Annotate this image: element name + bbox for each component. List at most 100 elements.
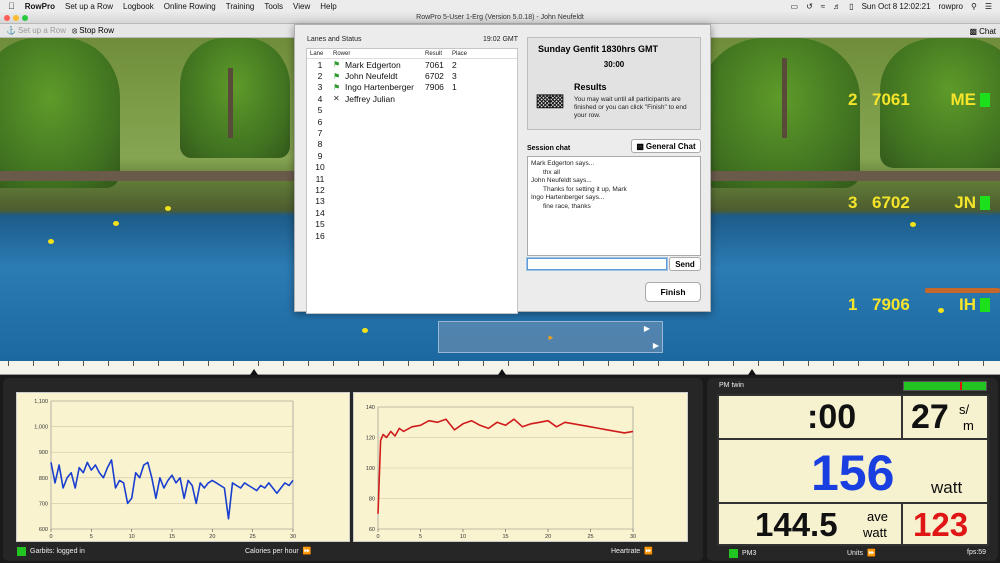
ruler-tick — [358, 361, 359, 366]
lane-row[interactable]: 14 — [307, 207, 517, 218]
ruler-tick — [808, 361, 809, 366]
pm-monitor-label: PM3 — [742, 550, 757, 557]
left-graph-selector[interactable]: Calories per hour ⏩ — [245, 547, 312, 556]
lane-row[interactable]: 8 — [307, 139, 517, 150]
x-tick-label: 10 — [129, 534, 135, 540]
wifi-icon[interactable]: ≈ — [821, 2, 825, 11]
airplay-icon[interactable]: ▭ — [791, 2, 799, 11]
ruler-tick — [833, 361, 834, 366]
chat-message-input[interactable] — [527, 258, 667, 270]
x-tick-label: 10 — [460, 534, 466, 540]
minimize-window-icon[interactable] — [13, 15, 19, 21]
list-icon[interactable]: ☰ — [985, 2, 992, 11]
chat-message: thx all — [543, 168, 560, 176]
header-result: Result — [425, 50, 443, 57]
right-graph-selector[interactable]: Heartrate ⏩ — [611, 547, 653, 556]
send-button[interactable]: Send — [669, 257, 701, 271]
tree-trunk — [782, 58, 787, 138]
ruler-tick — [783, 361, 784, 366]
lane-row[interactable]: 11 — [307, 173, 517, 184]
fast-forward-icon[interactable]: ⏩ — [644, 547, 653, 555]
menu-set-up-a-row[interactable]: Set up a Row — [65, 2, 113, 11]
lane-number: 1 — [317, 59, 323, 70]
ruler-tick — [758, 361, 759, 366]
lane-row[interactable]: 3 ⚑ Ingo Hartenberger 7906 1 — [307, 82, 517, 93]
search-icon[interactable]: ⚲ — [971, 2, 977, 11]
session-chat-label: Session chat — [527, 145, 571, 152]
menu-online-rowing[interactable]: Online Rowing — [164, 2, 216, 11]
menu-tools[interactable]: Tools — [264, 2, 283, 11]
graphs-panel: 600 700 800 900 1,000 1,100 0 5 10 15 20 25 30 60 80 1… — [3, 378, 703, 561]
lane-row[interactable]: 5 — [307, 105, 517, 116]
fast-forward-icon[interactable]: ⏩ — [303, 547, 312, 555]
x-tick-label: 25 — [587, 534, 593, 540]
lane-number: 3 — [317, 82, 323, 93]
finish-button[interactable]: Finish — [645, 282, 701, 302]
stop-icon: ⦻ — [72, 25, 78, 35]
lane-row[interactable]: 13 — [307, 196, 517, 207]
lane-status-light — [980, 196, 990, 210]
event-duration: 30:00 — [603, 60, 625, 69]
general-chat-label: General Chat — [645, 141, 696, 151]
rower-cell: ⚑ Mark Edgerton — [333, 60, 425, 70]
lane-row[interactable]: 10 — [307, 162, 517, 173]
close-window-icon[interactable] — [4, 15, 10, 21]
lane-row[interactable]: 7 — [307, 127, 517, 138]
zoom-window-icon[interactable] — [22, 15, 28, 21]
lane-row[interactable]: 16 — [307, 230, 517, 241]
lane-row[interactable]: 12 — [307, 184, 517, 195]
race-progress-strip: ► ▶ ▶ — [438, 321, 663, 353]
menu-clock[interactable]: Sun Oct 8 12:02:21 — [862, 2, 931, 11]
y-tick-label: 60 — [369, 527, 375, 533]
lane-number: 7 — [317, 128, 323, 139]
tree — [180, 38, 290, 158]
lane-row[interactable]: 4 ✕ Jeffrey Julian — [307, 93, 517, 104]
ruler-tick — [533, 361, 534, 366]
rower-name: Ingo Hartenberger — [345, 82, 414, 93]
units-selector[interactable]: Units ⏩ — [847, 549, 876, 558]
menu-training[interactable]: Training — [226, 2, 255, 11]
lane-number: 9 — [317, 150, 323, 161]
apple-icon[interactable]:  — [8, 1, 15, 11]
ruler-tick — [558, 361, 559, 366]
ruler-tick — [683, 361, 684, 366]
menu-logbook[interactable]: Logbook — [123, 2, 154, 11]
pm-time-cell: :00 — [718, 395, 902, 439]
pm-force-bar — [903, 381, 987, 391]
lane-row[interactable]: 2 ⚑ John Neufeldt 6702 3 — [307, 70, 517, 81]
menu-help[interactable]: Help — [320, 2, 336, 11]
play-arrow-icon[interactable]: ▶ — [644, 324, 650, 333]
menu-user[interactable]: rowpro — [939, 2, 963, 11]
menu-view[interactable]: View — [293, 2, 310, 11]
general-chat-button[interactable]: ▩ General Chat — [631, 139, 701, 153]
battery-icon[interactable]: ▯ — [849, 2, 853, 11]
buoy — [48, 239, 54, 244]
menu-extras: ▭ ↺ ≈ ♬ ▯ Sun Oct 8 12:02:21 rowpro ⚲ ☰ — [791, 0, 992, 12]
ruler-marker — [250, 369, 258, 375]
ruler-tick — [33, 361, 34, 366]
left-graph-footer-status: Garbits: logged in — [17, 547, 85, 556]
set-up-row-button[interactable]: ⚓ Set up a Row — [6, 26, 66, 35]
volume-icon[interactable]: ♬ — [833, 2, 841, 11]
play-arrow-icon[interactable]: ▶ — [653, 341, 659, 350]
ruler-tick — [8, 361, 9, 366]
session-chat-log[interactable]: Mark Edgerton says... thx all John Neufeld… — [527, 156, 701, 256]
fast-forward-icon[interactable]: ⏩ — [867, 549, 876, 557]
lane-row[interactable]: 15 — [307, 218, 517, 229]
lane-row[interactable]: 6 — [307, 116, 517, 127]
buoy — [113, 221, 119, 226]
right-graph-label: Heartrate — [611, 547, 641, 555]
tree-trunk — [228, 68, 233, 138]
stop-row-button[interactable]: ⦻ Stop Row — [72, 26, 114, 36]
lane-row[interactable]: 1 ⚑ Mark Edgerton 7061 2 — [307, 59, 517, 70]
x-tick-label: 15 — [169, 534, 175, 540]
chat-button[interactable]: ▩ Chat — [970, 24, 996, 38]
ruler-marker — [498, 369, 506, 375]
sync-icon[interactable]: ↺ — [806, 2, 813, 11]
event-info-box: Sunday Genfit 1830hrs GMT 30:00 ▩▩ Resul… — [527, 37, 701, 130]
menu-app-name[interactable]: RowPro — [25, 2, 55, 11]
lane-number: 10 — [315, 162, 325, 173]
lane-row[interactable]: 9 — [307, 150, 517, 161]
rower-cell: ✕ Jeffrey Julian — [333, 94, 425, 104]
lane-place: 3 — [848, 193, 858, 212]
